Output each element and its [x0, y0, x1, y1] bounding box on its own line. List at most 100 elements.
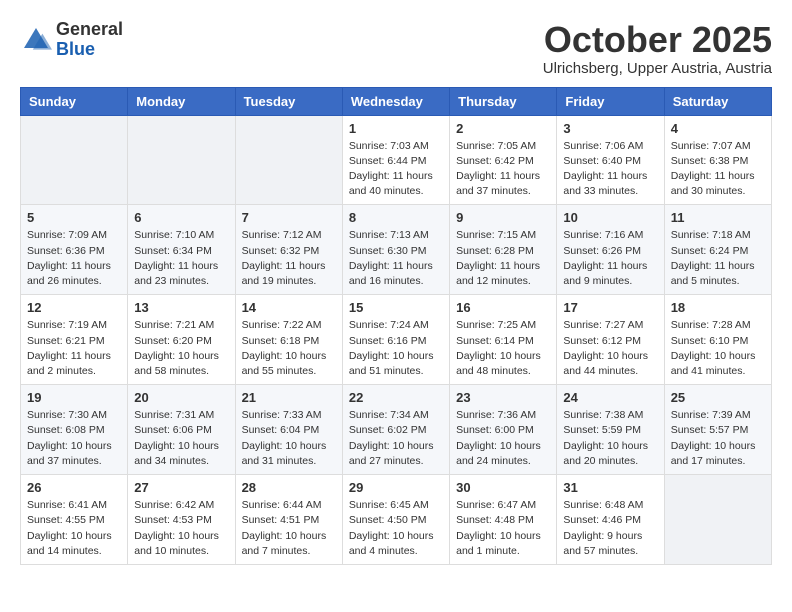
day-info: Sunrise: 7:22 AM Sunset: 6:18 PM Dayligh… — [242, 318, 336, 379]
day-number: 13 — [134, 300, 228, 315]
day-number: 21 — [242, 390, 336, 405]
day-number: 6 — [134, 210, 228, 225]
day-info: Sunrise: 7:33 AM Sunset: 6:04 PM Dayligh… — [242, 408, 336, 469]
day-number: 27 — [134, 480, 228, 495]
day-info: Sunrise: 6:48 AM Sunset: 4:46 PM Dayligh… — [563, 498, 657, 559]
weekday-header-row: SundayMondayTuesdayWednesdayThursdayFrid… — [21, 87, 772, 115]
page-header: General Blue October 2025 Ulrichsberg, U… — [20, 20, 772, 77]
day-info: Sunrise: 7:10 AM Sunset: 6:34 PM Dayligh… — [134, 228, 228, 289]
calendar-cell: 22 Sunrise: 7:34 AM Sunset: 6:02 PM Dayli… — [342, 385, 449, 475]
day-info: Sunrise: 6:42 AM Sunset: 4:53 PM Dayligh… — [134, 498, 228, 559]
calendar-cell: 2 Sunrise: 7:05 AM Sunset: 6:42 PM Daylig… — [450, 115, 557, 205]
calendar-cell — [21, 115, 128, 205]
calendar-cell: 15 Sunrise: 7:24 AM Sunset: 6:16 PM Dayli… — [342, 295, 449, 385]
calendar-cell: 29Sunrise: 6:45 AM Sunset: 4:50 PM Dayli… — [342, 475, 449, 565]
day-info: Sunrise: 7:12 AM Sunset: 6:32 PM Dayligh… — [242, 228, 336, 289]
calendar-cell: 24Sunrise: 7:38 AM Sunset: 5:59 PM Dayli… — [557, 385, 664, 475]
day-number: 12 — [27, 300, 121, 315]
location-text: Ulrichsberg, Upper Austria, Austria — [543, 60, 772, 77]
calendar-week-row: 19 Sunrise: 7:30 AM Sunset: 6:08 PM Dayli… — [21, 385, 772, 475]
day-number: 18 — [671, 300, 765, 315]
title-block: October 2025 Ulrichsberg, Upper Austria,… — [543, 20, 772, 77]
calendar-cell: 20Sunrise: 7:31 AM Sunset: 6:06 PM Dayli… — [128, 385, 235, 475]
day-number: 25 — [671, 390, 765, 405]
logo-icon — [20, 24, 52, 56]
day-number: 3 — [563, 121, 657, 136]
calendar-week-row: 26Sunrise: 6:41 AM Sunset: 4:55 PM Dayli… — [21, 475, 772, 565]
weekday-header: Sunday — [21, 87, 128, 115]
calendar-cell: 6 Sunrise: 7:10 AM Sunset: 6:34 PM Daylig… — [128, 205, 235, 295]
day-number: 10 — [563, 210, 657, 225]
calendar-cell: 30 Sunrise: 6:47 AM Sunset: 4:48 PM Dayli… — [450, 475, 557, 565]
weekday-header: Thursday — [450, 87, 557, 115]
day-info: Sunrise: 7:39 AM Sunset: 5:57 PM Dayligh… — [671, 408, 765, 469]
day-info: Sunrise: 6:44 AM Sunset: 4:51 PM Dayligh… — [242, 498, 336, 559]
calendar-cell: 10 Sunrise: 7:16 AM Sunset: 6:26 PM Dayli… — [557, 205, 664, 295]
day-info: Sunrise: 7:13 AM Sunset: 6:30 PM Dayligh… — [349, 228, 443, 289]
day-info: Sunrise: 7:34 AM Sunset: 6:02 PM Dayligh… — [349, 408, 443, 469]
day-info: Sunrise: 7:07 AM Sunset: 6:38 PM Dayligh… — [671, 139, 765, 200]
day-number: 30 — [456, 480, 550, 495]
month-title: October 2025 — [543, 20, 772, 60]
calendar-cell: 17Sunrise: 7:27 AM Sunset: 6:12 PM Dayli… — [557, 295, 664, 385]
day-info: Sunrise: 7:24 AM Sunset: 6:16 PM Dayligh… — [349, 318, 443, 379]
day-number: 5 — [27, 210, 121, 225]
logo: General Blue — [20, 20, 123, 60]
day-number: 16 — [456, 300, 550, 315]
day-number: 2 — [456, 121, 550, 136]
day-number: 14 — [242, 300, 336, 315]
day-number: 11 — [671, 210, 765, 225]
weekday-header: Friday — [557, 87, 664, 115]
calendar-cell: 26Sunrise: 6:41 AM Sunset: 4:55 PM Dayli… — [21, 475, 128, 565]
calendar-cell — [128, 115, 235, 205]
calendar-week-row: 1 Sunrise: 7:03 AM Sunset: 6:44 PM Daylig… — [21, 115, 772, 205]
day-info: Sunrise: 7:03 AM Sunset: 6:44 PM Dayligh… — [349, 139, 443, 200]
calendar-cell: 21 Sunrise: 7:33 AM Sunset: 6:04 PM Dayli… — [235, 385, 342, 475]
logo-text: General Blue — [56, 20, 123, 60]
calendar-cell: 4 Sunrise: 7:07 AM Sunset: 6:38 PM Daylig… — [664, 115, 771, 205]
calendar-cell: 12Sunrise: 7:19 AM Sunset: 6:21 PM Dayli… — [21, 295, 128, 385]
weekday-header: Wednesday — [342, 87, 449, 115]
calendar-cell: 9 Sunrise: 7:15 AM Sunset: 6:28 PM Daylig… — [450, 205, 557, 295]
day-info: Sunrise: 6:45 AM Sunset: 4:50 PM Dayligh… — [349, 498, 443, 559]
weekday-header: Monday — [128, 87, 235, 115]
day-info: Sunrise: 7:15 AM Sunset: 6:28 PM Dayligh… — [456, 228, 550, 289]
calendar-cell — [235, 115, 342, 205]
day-info: Sunrise: 6:41 AM Sunset: 4:55 PM Dayligh… — [27, 498, 121, 559]
calendar-cell — [664, 475, 771, 565]
calendar-cell: 3Sunrise: 7:06 AM Sunset: 6:40 PM Daylig… — [557, 115, 664, 205]
weekday-header: Tuesday — [235, 87, 342, 115]
day-info: Sunrise: 7:09 AM Sunset: 6:36 PM Dayligh… — [27, 228, 121, 289]
calendar-cell: 28 Sunrise: 6:44 AM Sunset: 4:51 PM Dayli… — [235, 475, 342, 565]
day-info: Sunrise: 7:05 AM Sunset: 6:42 PM Dayligh… — [456, 139, 550, 200]
day-number: 7 — [242, 210, 336, 225]
day-info: Sunrise: 7:16 AM Sunset: 6:26 PM Dayligh… — [563, 228, 657, 289]
calendar-table: SundayMondayTuesdayWednesdayThursdayFrid… — [20, 87, 772, 565]
calendar-cell: 16Sunrise: 7:25 AM Sunset: 6:14 PM Dayli… — [450, 295, 557, 385]
calendar-cell: 1 Sunrise: 7:03 AM Sunset: 6:44 PM Daylig… — [342, 115, 449, 205]
day-number: 24 — [563, 390, 657, 405]
logo-blue: Blue — [56, 39, 95, 59]
day-number: 28 — [242, 480, 336, 495]
day-number: 1 — [349, 121, 443, 136]
calendar-cell: 7 Sunrise: 7:12 AM Sunset: 6:32 PM Daylig… — [235, 205, 342, 295]
calendar-cell: 23 Sunrise: 7:36 AM Sunset: 6:00 PM Dayli… — [450, 385, 557, 475]
day-info: Sunrise: 6:47 AM Sunset: 4:48 PM Dayligh… — [456, 498, 550, 559]
day-info: Sunrise: 7:28 AM Sunset: 6:10 PM Dayligh… — [671, 318, 765, 379]
day-number: 23 — [456, 390, 550, 405]
day-info: Sunrise: 7:36 AM Sunset: 6:00 PM Dayligh… — [456, 408, 550, 469]
day-info: Sunrise: 7:21 AM Sunset: 6:20 PM Dayligh… — [134, 318, 228, 379]
day-info: Sunrise: 7:31 AM Sunset: 6:06 PM Dayligh… — [134, 408, 228, 469]
calendar-cell: 18 Sunrise: 7:28 AM Sunset: 6:10 PM Dayli… — [664, 295, 771, 385]
calendar-cell: 8Sunrise: 7:13 AM Sunset: 6:30 PM Daylig… — [342, 205, 449, 295]
day-info: Sunrise: 7:18 AM Sunset: 6:24 PM Dayligh… — [671, 228, 765, 289]
calendar-week-row: 12Sunrise: 7:19 AM Sunset: 6:21 PM Dayli… — [21, 295, 772, 385]
day-info: Sunrise: 7:30 AM Sunset: 6:08 PM Dayligh… — [27, 408, 121, 469]
day-number: 4 — [671, 121, 765, 136]
day-number: 9 — [456, 210, 550, 225]
calendar-cell: 19 Sunrise: 7:30 AM Sunset: 6:08 PM Dayli… — [21, 385, 128, 475]
day-info: Sunrise: 7:27 AM Sunset: 6:12 PM Dayligh… — [563, 318, 657, 379]
day-number: 19 — [27, 390, 121, 405]
day-number: 15 — [349, 300, 443, 315]
day-number: 22 — [349, 390, 443, 405]
